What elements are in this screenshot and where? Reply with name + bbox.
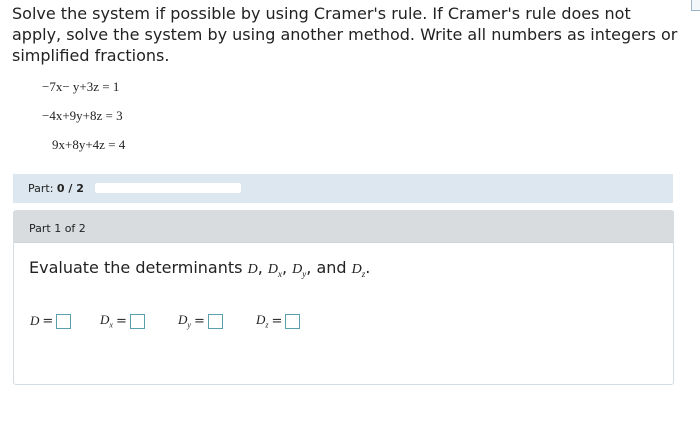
equation-2: −4x+9y+8z = 3 xyxy=(42,108,123,123)
answer-dx-symbol: D xyxy=(100,312,110,328)
answer-dx-sub: x xyxy=(109,320,113,330)
det-dz-sub: z xyxy=(361,268,366,279)
answer-dz-symbol: D xyxy=(256,312,266,328)
det-dx-sub: x xyxy=(277,268,282,279)
equation-3-rhs: 4 xyxy=(118,137,126,152)
answer-d-input[interactable] xyxy=(56,313,72,329)
answer-dy-input[interactable] xyxy=(207,313,223,329)
question-and: and xyxy=(316,258,347,277)
problem-statement: Solve the system if possible by using Cr… xyxy=(12,4,678,65)
answer-dx: Dx = xyxy=(100,311,145,331)
equals-sign: = xyxy=(271,313,283,329)
det-dz: Dz xyxy=(351,262,366,279)
equals-sign: = xyxy=(193,313,205,329)
det-dy-sub: y xyxy=(302,268,307,279)
answer-dy-label: Dy xyxy=(178,312,191,330)
part-count: 0 / 2 xyxy=(56,182,84,195)
answer-dx-input[interactable] xyxy=(129,313,145,329)
part-progress-bar: Part: 0 / 2 xyxy=(13,174,673,203)
part-label-text: Part: xyxy=(28,182,54,195)
det-dx-symbol: D xyxy=(267,262,278,277)
answer-d-label: D xyxy=(30,313,39,329)
panel-header-label: Part 1 of 2 xyxy=(29,222,86,235)
equation-2-rhs: 3 xyxy=(116,108,123,123)
answer-d-symbol: D xyxy=(30,313,40,328)
det-d-symbol: D xyxy=(247,262,258,277)
answer-dy-sub: y xyxy=(187,320,191,330)
answer-dy-symbol: D xyxy=(178,312,188,328)
equation-1: −7x− y+3z = 1 xyxy=(42,79,120,94)
det-dx: Dx xyxy=(267,262,282,279)
det-dz-symbol: D xyxy=(351,262,362,277)
panel-header: Part 1 of 2 xyxy=(14,211,673,243)
det-dy: Dy xyxy=(292,262,307,279)
answer-dz-label: Dz xyxy=(256,312,269,330)
equals-sign: = xyxy=(115,313,127,329)
answer-dz: Dz = xyxy=(256,311,301,331)
side-tab[interactable] xyxy=(691,0,700,11)
equation-3-lhs: 9x+8y+4z xyxy=(52,137,105,152)
equals-sign: = xyxy=(42,313,54,329)
equation-1-lhs: −7x− y+3z xyxy=(42,79,100,94)
det-d: D xyxy=(248,262,258,277)
answer-dx-label: Dx xyxy=(100,312,113,330)
answer-dz-input[interactable] xyxy=(285,313,301,329)
progress-track xyxy=(95,183,241,193)
part-label: Part: 0 / 2 xyxy=(28,182,84,195)
answer-dz-sub: z xyxy=(265,320,269,330)
part-panel: Part 1 of 2 Evaluate the determinants D,… xyxy=(13,210,674,385)
equation-1-rhs: 1 xyxy=(112,79,120,94)
equation-3: 9x+8y+4z = 4 xyxy=(52,137,126,152)
answer-dy: Dy = xyxy=(178,311,223,331)
det-dy-symbol: D xyxy=(292,262,303,277)
question-lead: Evaluate the determinants xyxy=(29,258,243,277)
answer-d: D = xyxy=(30,311,72,331)
question-text: Evaluate the determinants D, Dx, Dy, and… xyxy=(29,258,371,279)
equation-2-lhs: −4x+9y+8z xyxy=(42,108,103,123)
